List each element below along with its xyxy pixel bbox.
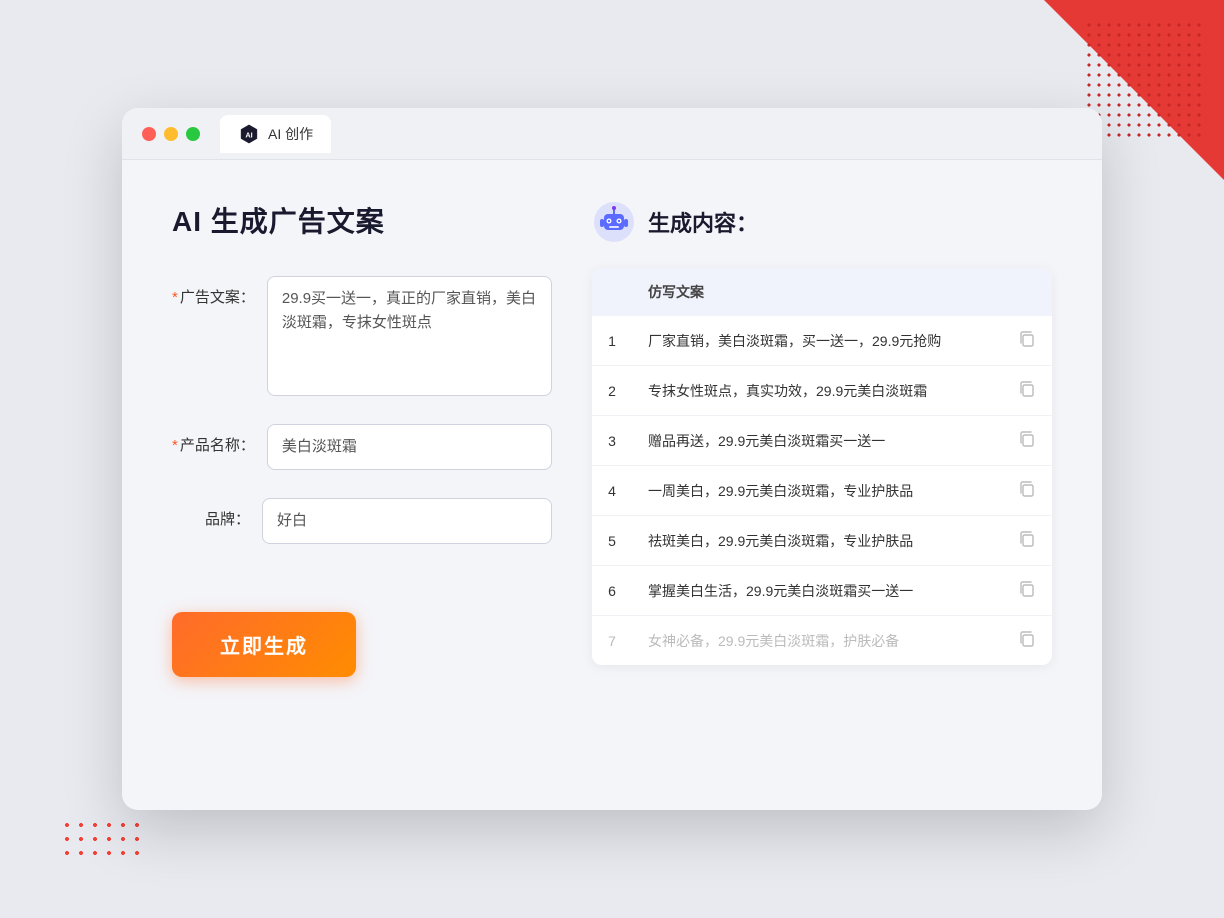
table-row: 5祛斑美白，29.9元美白淡斑霜，专业护肤品 [592, 516, 1052, 566]
col-copy-header [1002, 268, 1052, 316]
copy-icon [1018, 380, 1036, 398]
row-text: 赠品再送，29.9元美白淡斑霜买一送一 [632, 416, 1002, 466]
table-row: 6掌握美白生活，29.9元美白淡斑霜买一送一 [592, 566, 1052, 616]
browser-window: AI AI 创作 AI 生成广告文案 *广告文案： *产品名称： [122, 108, 1102, 810]
row-number: 3 [592, 416, 632, 466]
row-number: 5 [592, 516, 632, 566]
table-row: 7女神必备，29.9元美白淡斑霜，护肤必备 [592, 616, 1052, 666]
col-text-header: 仿写文案 [632, 268, 1002, 316]
robot-icon [592, 200, 636, 244]
row-text: 专抹女性斑点，真实功效，29.9元美白淡斑霜 [632, 366, 1002, 416]
page-title: AI 生成广告文案 [172, 200, 552, 240]
result-title: 生成内容： [648, 206, 758, 238]
required-star-ad: * [172, 289, 178, 306]
left-panel: AI 生成广告文案 *广告文案： *产品名称： 品牌： 立 [172, 200, 552, 770]
bg-dots-bottom-left [60, 818, 140, 858]
copy-icon-cell[interactable] [1002, 416, 1052, 466]
tab-title: AI 创作 [268, 124, 313, 144]
ai-tab-icon: AI [238, 123, 260, 145]
col-num-header [592, 268, 632, 316]
generate-button[interactable]: 立即生成 [172, 612, 356, 677]
row-number: 2 [592, 366, 632, 416]
minimize-button[interactable] [164, 127, 178, 141]
traffic-lights [142, 127, 200, 141]
row-number: 6 [592, 566, 632, 616]
row-text: 祛斑美白，29.9元美白淡斑霜，专业护肤品 [632, 516, 1002, 566]
row-number: 7 [592, 616, 632, 666]
table-row: 4一周美白，29.9元美白淡斑霜，专业护肤品 [592, 466, 1052, 516]
bg-dots-top-right [1084, 20, 1204, 140]
brand-label: 品牌： [172, 498, 262, 529]
copy-icon-cell[interactable] [1002, 566, 1052, 616]
copy-icon-cell[interactable] [1002, 316, 1052, 366]
browser-tab[interactable]: AI AI 创作 [220, 115, 331, 153]
svg-text:AI: AI [245, 130, 252, 139]
product-name-label: *产品名称： [172, 424, 267, 455]
table-row: 1厂家直销，美白淡斑霜，买一送一，29.9元抢购 [592, 316, 1052, 366]
copy-icon [1018, 430, 1036, 448]
row-text: 掌握美白生活，29.9元美白淡斑霜买一送一 [632, 566, 1002, 616]
brand-row: 品牌： [172, 498, 552, 544]
result-table: 仿写文案 1厂家直销，美白淡斑霜，买一送一，29.9元抢购 2专抹女性斑点，真实… [592, 268, 1052, 665]
copy-icon [1018, 630, 1036, 648]
row-number: 1 [592, 316, 632, 366]
result-header: 生成内容： [592, 200, 1052, 244]
copy-icon [1018, 330, 1036, 348]
maximize-button[interactable] [186, 127, 200, 141]
copy-icon-cell[interactable] [1002, 616, 1052, 666]
row-text: 一周美白，29.9元美白淡斑霜，专业护肤品 [632, 466, 1002, 516]
row-text: 厂家直销，美白淡斑霜，买一送一，29.9元抢购 [632, 316, 1002, 366]
product-name-row: *产品名称： [172, 424, 552, 470]
row-number: 4 [592, 466, 632, 516]
copy-icon [1018, 480, 1036, 498]
ad-copy-row: *广告文案： [172, 276, 552, 396]
copy-icon-cell[interactable] [1002, 366, 1052, 416]
table-row: 2专抹女性斑点，真实功效，29.9元美白淡斑霜 [592, 366, 1052, 416]
copy-icon-cell[interactable] [1002, 516, 1052, 566]
copy-icon [1018, 530, 1036, 548]
right-panel: 生成内容： 仿写文案 1厂家直销，美白淡斑霜，买一送一，29.9元抢购 2专抹女… [592, 200, 1052, 770]
ad-copy-input[interactable] [267, 276, 552, 396]
table-row: 3赠品再送，29.9元美白淡斑霜买一送一 [592, 416, 1052, 466]
brand-input[interactable] [262, 498, 552, 544]
titlebar: AI AI 创作 [122, 108, 1102, 160]
main-content: AI 生成广告文案 *广告文案： *产品名称： 品牌： 立 [122, 160, 1102, 810]
row-text: 女神必备，29.9元美白淡斑霜，护肤必备 [632, 616, 1002, 666]
copy-icon-cell[interactable] [1002, 466, 1052, 516]
ad-copy-label: *广告文案： [172, 276, 267, 307]
product-name-input[interactable] [267, 424, 552, 470]
close-button[interactable] [142, 127, 156, 141]
copy-icon [1018, 580, 1036, 598]
required-star-product: * [172, 437, 178, 454]
